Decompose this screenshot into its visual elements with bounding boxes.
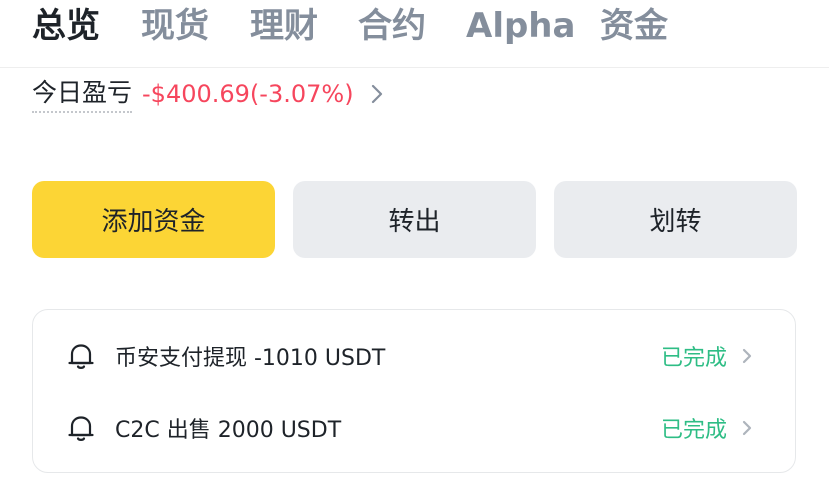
account-tabs: 总览 现货 理财 合约 Alpha 资金	[0, 0, 829, 68]
chevron-right-icon[interactable]	[370, 83, 384, 105]
add-funds-button[interactable]: 添加资金	[32, 181, 275, 258]
notice-text: 币安支付提现 -1010 USDT	[115, 346, 386, 371]
withdraw-button[interactable]: 转出	[293, 181, 536, 258]
transfer-button[interactable]: 划转	[554, 181, 797, 258]
tab-spot[interactable]: 现货	[141, 4, 209, 48]
tab-overview[interactable]: 总览	[32, 4, 100, 48]
today-pnl[interactable]: 今日盈亏 -$400.69(-3.07%)	[32, 74, 384, 114]
bell-icon	[67, 341, 95, 371]
notice-text: C2C 出售 2000 USDT	[115, 418, 342, 443]
chevron-right-icon[interactable]	[741, 419, 753, 437]
tab-alpha[interactable]: Alpha	[466, 4, 575, 48]
notice-row[interactable]: C2C 出售 2000 USDT 已完成	[33, 406, 795, 450]
status-badge: 已完成	[660, 418, 727, 443]
today-pnl-value: -$400.69(-3.07%)	[142, 80, 354, 108]
bell-icon	[67, 413, 95, 443]
notice-row[interactable]: 币安支付提现 -1010 USDT 已完成	[33, 334, 795, 378]
chevron-right-icon[interactable]	[741, 347, 753, 365]
tab-futures[interactable]: 合约	[358, 4, 426, 48]
tab-earn[interactable]: 理财	[250, 4, 318, 48]
status-badge: 已完成	[660, 346, 727, 371]
today-pnl-label[interactable]: 今日盈亏	[32, 76, 133, 113]
notification-card: 币安支付提现 -1010 USDT 已完成 C2C 出售 2000 USDT 已…	[32, 309, 796, 473]
tab-funding[interactable]: 资金	[600, 4, 668, 48]
